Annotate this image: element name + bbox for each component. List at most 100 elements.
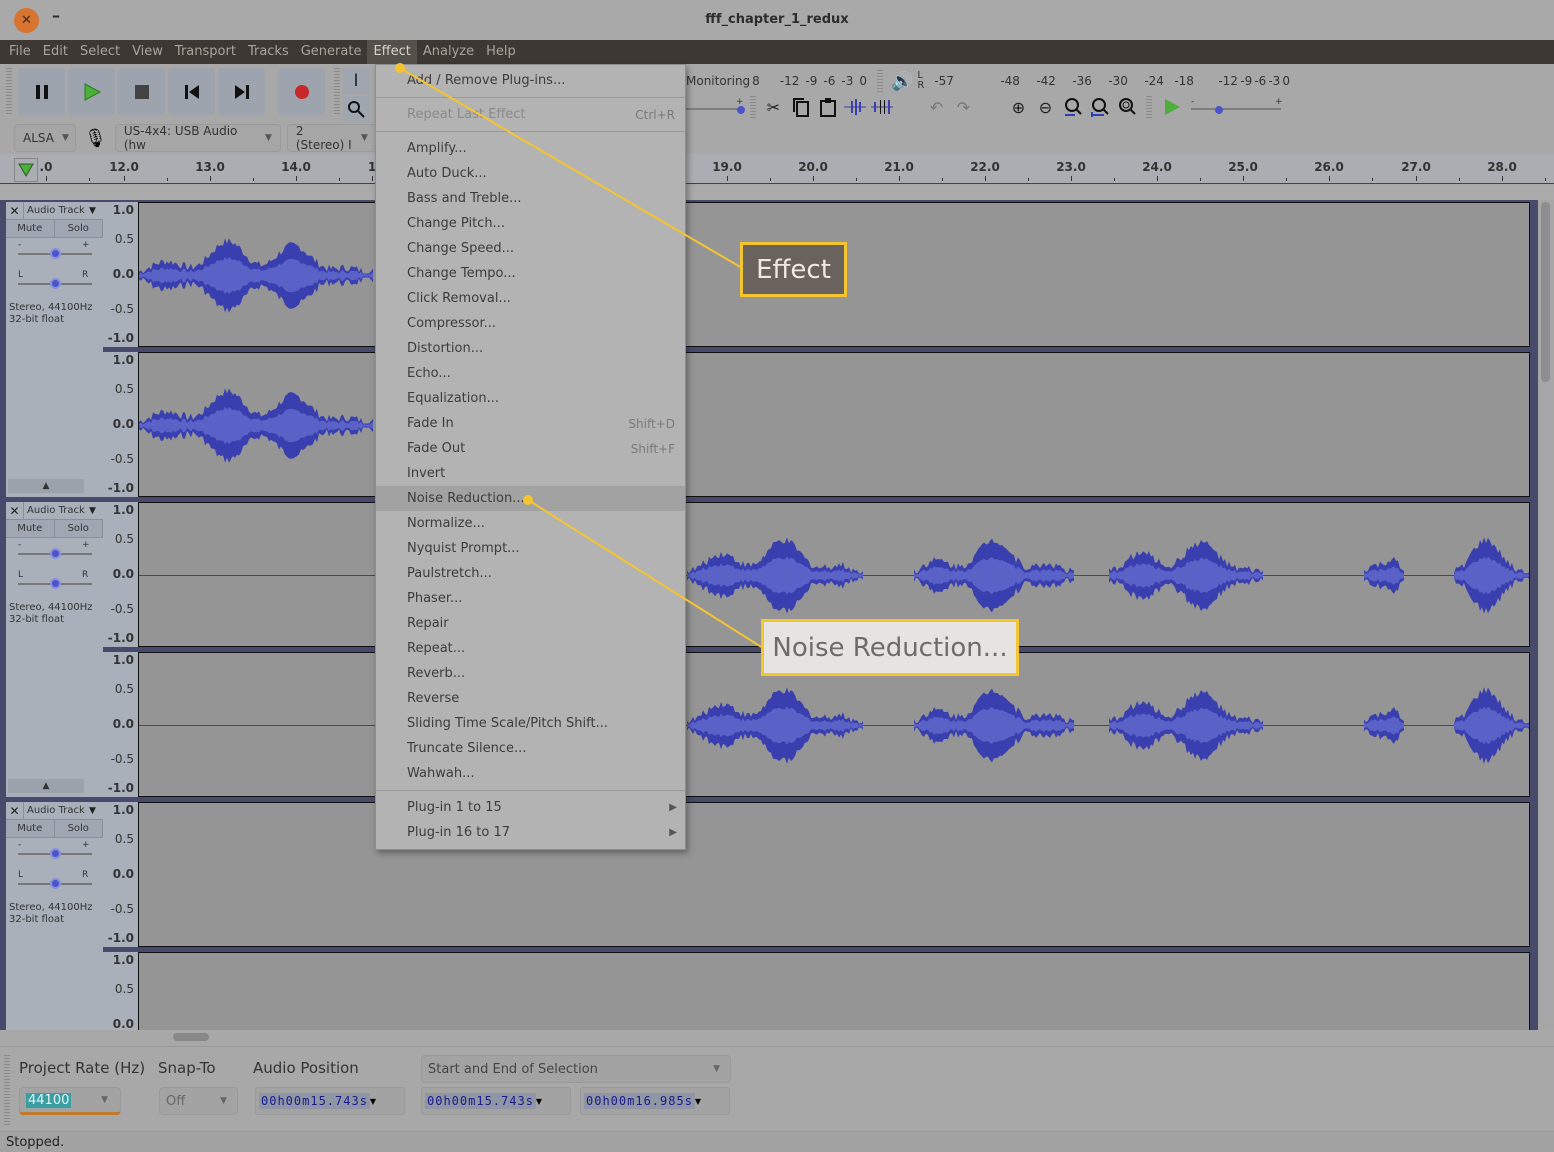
pan-knob[interactable] (50, 578, 61, 589)
pan-knob[interactable] (50, 278, 61, 289)
waveform-channel[interactable] (138, 352, 1530, 497)
pin-playhead-button[interactable] (14, 158, 38, 182)
pause-button[interactable] (18, 68, 65, 115)
fit-selection-button[interactable] (1059, 94, 1086, 120)
menu-transport[interactable]: Transport (169, 40, 242, 64)
solo-button[interactable]: Solo (54, 220, 103, 237)
close-track-button[interactable]: ✕ (6, 802, 24, 819)
paste-button[interactable] (814, 94, 841, 120)
pan-slider[interactable]: L R (6, 568, 103, 598)
stop-button[interactable] (118, 68, 165, 115)
gain-knob[interactable] (50, 548, 61, 559)
selection-end-field[interactable]: 00h00m16.985s ▼ (580, 1087, 730, 1115)
recording-channels-select[interactable]: 2 (Stereo) I ▼ (286, 124, 377, 152)
track-control-panel[interactable]: ✕ Audio Track ▼ Mute Solo - + L R Stereo… (6, 202, 103, 497)
zoom-out-button[interactable]: ⊖ (1032, 94, 1059, 120)
recording-device-select[interactable]: US-4x4: USB Audio (hw ▼ (114, 124, 281, 152)
selection-start-value[interactable]: 00h00m15.743s (425, 1093, 536, 1109)
menu-item-repair[interactable]: Repair (376, 611, 685, 636)
menu-item-wahwah[interactable]: Wahwah... (376, 761, 685, 786)
selection-start-field[interactable]: 00h00m15.743s ▼ (421, 1087, 571, 1115)
mute-button[interactable]: Mute (6, 520, 55, 537)
track-menu-icon[interactable]: ▼ (89, 202, 103, 219)
menu-analyze[interactable]: Analyze (417, 40, 480, 64)
track-control-panel[interactable]: ✕ Audio Track ▼ Mute Solo - + L R Stereo… (6, 502, 103, 797)
close-track-button[interactable]: ✕ (6, 502, 24, 519)
amplitude-ruler[interactable]: 1.00.50.0-0.5-1.0 (103, 802, 138, 947)
menu-item-add-remove-plug-ins[interactable]: Add / Remove Plug-ins... (376, 68, 685, 93)
gain-slider[interactable]: - + (6, 538, 103, 568)
amplitude-ruler[interactable]: 1.00.50.0-0.5-1.0 (103, 952, 138, 1030)
playback-volume-slider[interactable]: + (686, 97, 746, 117)
menu-generate[interactable]: Generate (295, 40, 368, 64)
menu-item-equalization[interactable]: Equalization... (376, 386, 685, 411)
undo-button[interactable]: ↶ (923, 94, 950, 120)
menu-effect[interactable]: Effect (367, 40, 417, 64)
vertical-scrollbar[interactable] (1538, 200, 1554, 1030)
menu-item-fade-out[interactable]: Fade Out Shift+F (376, 436, 685, 461)
gain-knob[interactable] (50, 248, 61, 259)
solo-button[interactable]: Solo (54, 820, 103, 837)
fit-project-button[interactable] (1086, 94, 1113, 120)
zoom-in-button[interactable]: ⊕ (1005, 94, 1032, 120)
collapse-track-button[interactable]: ▲ (8, 479, 84, 493)
record-button[interactable] (278, 68, 325, 115)
zoom-tool[interactable] (343, 96, 369, 122)
audio-position-field[interactable]: 00h00m15.743s ▼ (255, 1087, 405, 1115)
menu-item-fade-in[interactable]: Fade In Shift+D (376, 411, 685, 436)
track-name-button[interactable]: Audio Track (24, 802, 89, 819)
close-track-button[interactable]: ✕ (6, 202, 24, 219)
selection-end-value[interactable]: 00h00m16.985s (584, 1093, 695, 1109)
timeline-ruler[interactable]: .0 12.0 13.0 14.0 1 19.0 20.0 21.0 22.0 23.0 24.0 2… (0, 154, 1554, 184)
menu-item-paulstretch[interactable]: Paulstretch... (376, 561, 685, 586)
menu-help[interactable]: Help (480, 40, 522, 64)
menu-tracks[interactable]: Tracks (242, 40, 295, 64)
vertical-scrollbar-thumb[interactable] (1541, 202, 1550, 382)
snap-to-select[interactable]: Off ▼ (159, 1087, 238, 1115)
gain-knob[interactable] (50, 848, 61, 859)
audio-track[interactable]: ✕ Audio Track ▼ Mute Solo - + L R Stereo… (6, 802, 1530, 1030)
menu-select[interactable]: Select (74, 40, 126, 64)
menu-item-bass-and-treble[interactable]: Bass and Treble... (376, 186, 685, 211)
track-menu-icon[interactable]: ▼ (89, 502, 103, 519)
menu-item-repeat[interactable]: Repeat... (376, 636, 685, 661)
menu-item-click-removal[interactable]: Click Removal... (376, 286, 685, 311)
selection-tool[interactable]: I (343, 68, 369, 94)
play-speed-slider[interactable]: - + (1189, 97, 1289, 117)
menu-file[interactable]: File (3, 40, 37, 64)
menu-item-amplify[interactable]: Amplify... (376, 136, 685, 161)
menu-item-phaser[interactable]: Phaser... (376, 586, 685, 611)
menu-item-truncate-silence[interactable]: Truncate Silence... (376, 736, 685, 761)
play-button[interactable] (68, 68, 115, 115)
collapse-track-button[interactable]: ▲ (8, 779, 84, 793)
gain-slider[interactable]: - + (6, 838, 103, 868)
play-at-speed-button[interactable] (1158, 94, 1185, 120)
waveform-channel[interactable] (138, 802, 1530, 947)
pan-slider[interactable]: L R (6, 268, 103, 298)
edit-grip[interactable] (750, 96, 756, 118)
menu-item-reverb[interactable]: Reverb... (376, 661, 685, 686)
amplitude-ruler[interactable]: 1.00.50.0-0.5-1.0 (103, 502, 138, 647)
amplitude-ruler[interactable]: 1.00.50.0-0.5-1.0 (103, 202, 138, 347)
skip-to-end-button[interactable] (218, 68, 265, 115)
project-rate-select[interactable]: 44100 ▼ (19, 1087, 121, 1115)
recording-meter[interactable]: Monitoring 8 -12 -9 -6 -3 0 🔊 L R -57 -4… (686, 68, 1292, 94)
amplitude-ruler[interactable]: 1.00.50.0-0.5-1.0 (103, 352, 138, 497)
menu-edit[interactable]: Edit (37, 40, 74, 64)
audio-host-select[interactable]: ALSA ▼ (14, 124, 76, 152)
menu-item-distortion[interactable]: Distortion... (376, 336, 685, 361)
selection-toolbar-grip[interactable] (4, 1055, 10, 1125)
horizontal-scrollbar[interactable] (0, 1030, 1554, 1044)
redo-button[interactable]: ↷ (950, 94, 977, 120)
tools-grip[interactable] (334, 68, 340, 116)
cut-button[interactable]: ✂ (760, 94, 787, 120)
toolbar-grip[interactable] (6, 68, 12, 116)
amplitude-ruler[interactable]: 1.00.50.0-0.5-1.0 (103, 652, 138, 797)
track-menu-icon[interactable]: ▼ (89, 802, 103, 819)
copy-button[interactable] (787, 94, 814, 120)
waveform-channel[interactable] (138, 952, 1530, 1030)
menu-view[interactable]: View (126, 40, 169, 64)
speaker-icon[interactable]: 🔊 (891, 71, 913, 92)
track-name-button[interactable]: Audio Track (24, 202, 89, 219)
track-control-panel[interactable]: ✕ Audio Track ▼ Mute Solo - + L R Stereo… (6, 802, 103, 1030)
